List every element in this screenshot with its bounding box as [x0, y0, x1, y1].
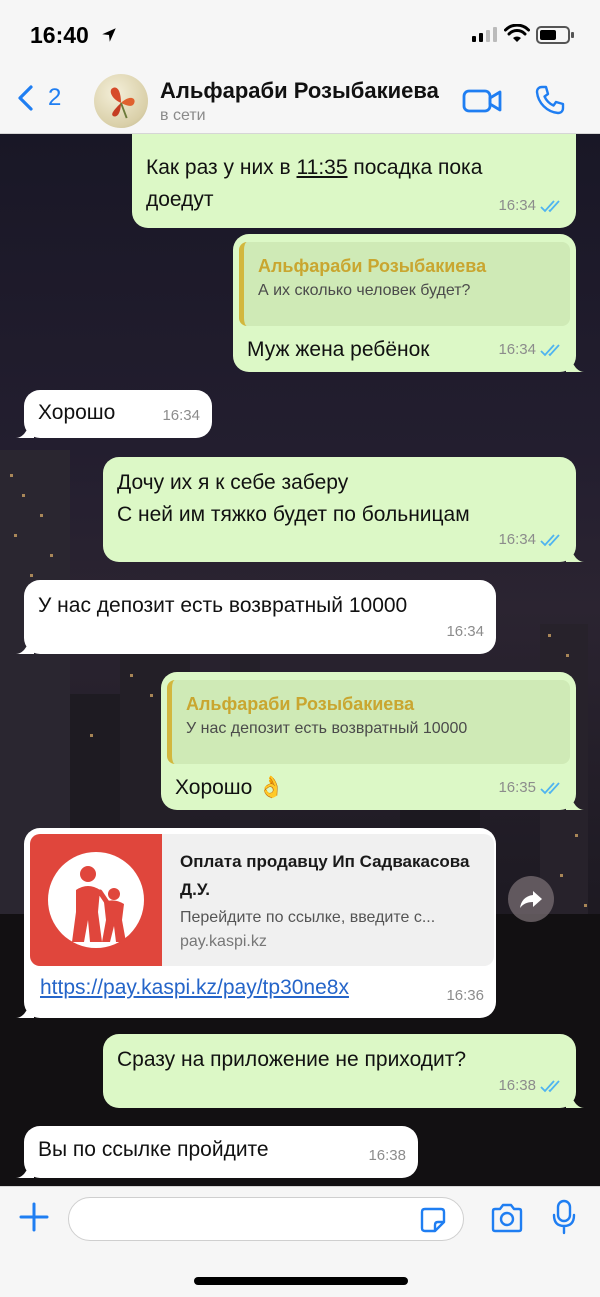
back-chevron-icon [18, 85, 33, 111]
read-ticks-icon [540, 1080, 560, 1093]
message-meta: 16:38 [368, 1140, 406, 1172]
home-indicator [194, 1277, 408, 1285]
quoted-sender: Альфараби Розыбакиева [258, 256, 487, 276]
read-ticks-icon [540, 200, 560, 213]
link-domain: pay.kaspi.kz [180, 933, 267, 950]
message-meta: 16:34 [498, 334, 564, 366]
phone-icon[interactable] [534, 84, 566, 116]
message-bubble[interactable]: Хорошо 16:34 [16, 390, 212, 438]
sticker-icon[interactable] [420, 1207, 446, 1233]
link-title: Оплата продавцу Ип Садвакасова Д.У. [180, 852, 470, 899]
message-time: 16:34 [498, 531, 536, 548]
message-time: 16:34 [162, 407, 200, 424]
message-time: 16:35 [498, 779, 536, 796]
message-text: У нас депозит есть возвратный 10000 [38, 594, 408, 617]
unread-count: 2 [48, 84, 62, 111]
message-meta: 16:34 [446, 616, 484, 648]
time-link[interactable]: 11:35 [297, 156, 348, 179]
quoted-message[interactable]: Альфараби Розыбакиева У нас депозит есть… [167, 680, 570, 764]
bubble-tail [16, 636, 34, 654]
message-bubble-reply[interactable]: Альфараби Розыбакиева У нас депозит есть… [161, 672, 584, 810]
link-preview-card[interactable]: Оплата продавцу Ип Садвакасова Д.У. Пере… [30, 834, 494, 966]
message-bubble[interactable]: У нас депозит есть возвратный 10000 16:3… [16, 580, 496, 654]
message-bubble[interactable]: Сразу на приложение не приходит? 16:38 [103, 1034, 584, 1108]
message-bubble[interactable]: Как раз у них в 11:35 посадка пока доеду… [132, 134, 576, 228]
kaspi-logo-thumbnail [30, 834, 162, 966]
contact-avatar[interactable] [94, 74, 148, 128]
message-bubble-link[interactable]: Оплата продавцу Ип Садвакасова Д.У. Пере… [16, 828, 496, 1018]
input-bar [0, 1186, 600, 1297]
forward-share-icon [520, 891, 542, 908]
message-meta: 16:36 [446, 980, 484, 1012]
message-text-part: Как раз у них в [146, 156, 297, 179]
battery-icon [536, 26, 574, 44]
camera-icon[interactable] [490, 1203, 524, 1233]
bubble-tail [566, 1090, 584, 1108]
message-meta: 16:38 [498, 1070, 564, 1102]
chat-area[interactable]: Как раз у них в 11:35 посадка пока доеду… [0, 134, 600, 1186]
read-ticks-icon [540, 534, 560, 547]
message-line: Дочу их я к себе заберу [117, 471, 349, 494]
payment-link[interactable]: https://pay.kaspi.kz/pay/tp30ne8x [40, 972, 349, 1004]
cellular-signal-icon [472, 27, 497, 42]
message-bubble[interactable]: Дочу их я к себе заберу С ней им тяжко б… [103, 457, 584, 562]
read-ticks-icon [540, 782, 560, 795]
plus-icon[interactable] [18, 1201, 50, 1233]
bubble-tail [566, 354, 584, 372]
message-input[interactable] [68, 1197, 464, 1241]
message-text: Как раз у них в 11:35 посадка пока доеду… [146, 152, 546, 216]
message-text: Вы по ссылке пройдите [38, 1138, 269, 1161]
microphone-icon[interactable] [552, 1199, 576, 1235]
message-text: Сразу на приложение не приходит? [117, 1048, 467, 1071]
bubble-tail [16, 1000, 34, 1018]
message-meta: 16:34 [498, 190, 564, 222]
contact-name[interactable]: Альфараби Розыбакиева [160, 78, 439, 104]
location-arrow-icon [102, 28, 116, 42]
top-bar: 16:40 2 Альфараби Розыбакиева в сети [0, 0, 600, 134]
message-meta: 16:34 [498, 524, 564, 556]
message-bubble-reply[interactable]: Альфараби Розыбакиева А их сколько челов… [233, 234, 584, 372]
kaspi-logo-icon [48, 852, 144, 948]
message-time: 16:36 [446, 987, 484, 1004]
message-time: 16:34 [446, 623, 484, 640]
flower-icon [110, 87, 135, 119]
contact-status: в сети [160, 107, 206, 124]
status-time: 16:40 [30, 22, 89, 48]
forward-button[interactable] [508, 876, 554, 922]
message-meta: 16:35 [498, 772, 564, 804]
quoted-text: У нас депозит есть возвратный 10000 [186, 720, 468, 737]
bubble-tail [16, 1160, 34, 1178]
quoted-text: А их сколько человек будет? [258, 282, 471, 299]
message-bubble[interactable]: Вы по ссылке пройдите 16:38 [16, 1126, 418, 1178]
message-time: 16:34 [498, 197, 536, 214]
quoted-sender: Альфараби Розыбакиева [186, 694, 415, 714]
video-call-icon[interactable] [462, 86, 502, 116]
message-time: 16:38 [368, 1147, 406, 1164]
bubble-tail [16, 420, 34, 438]
read-ticks-icon [540, 344, 560, 357]
message-line: С ней им тяжко будет по больницам [117, 503, 470, 526]
bubble-tail [566, 792, 584, 810]
back-button[interactable]: 2 [16, 84, 61, 112]
message-time: 16:38 [498, 1077, 536, 1094]
quoted-message[interactable]: Альфараби Розыбакиева А их сколько челов… [239, 242, 570, 326]
link-description: Перейдите по ссылке, введите с... [180, 909, 436, 926]
message-meta: 16:34 [162, 400, 200, 432]
wifi-icon [504, 24, 530, 42]
bubble-tail [566, 544, 584, 562]
message-time: 16:34 [498, 341, 536, 358]
